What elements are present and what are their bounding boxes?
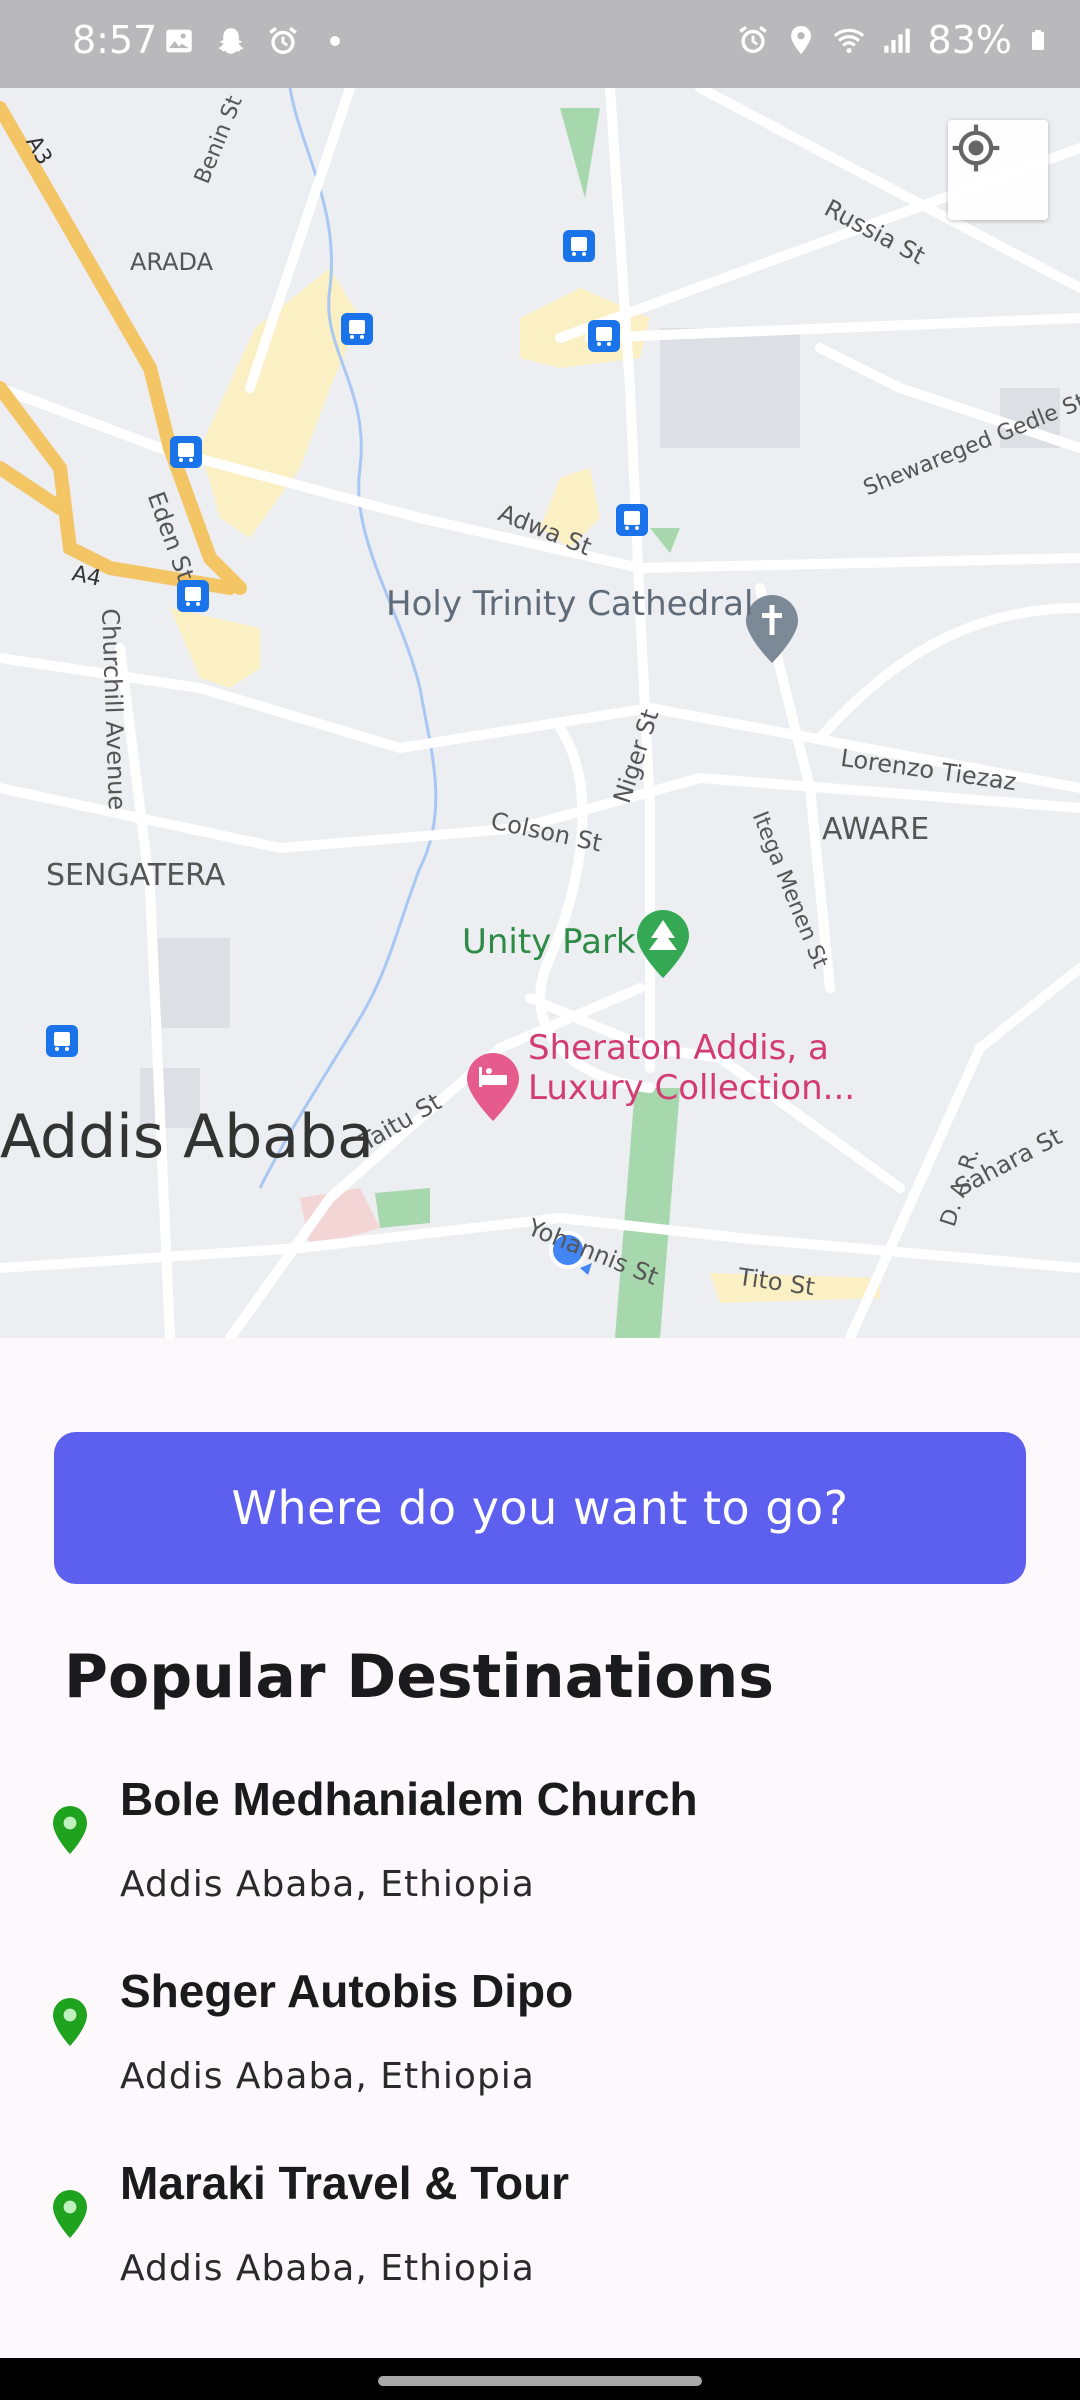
wifi-icon <box>833 28 864 54</box>
map-label-addis: Addis Ababa <box>0 1102 374 1172</box>
map-label-sengatera: SENGATERA <box>46 858 226 893</box>
navigation-bar <box>0 2358 1080 2400</box>
location-icon <box>790 25 811 55</box>
home-gesture-handle[interactable] <box>378 2376 702 2386</box>
map-label-holy-trinity: Holy Trinity Cathedral <box>386 584 754 624</box>
destination-item[interactable]: Sheger Autobis Dipo Addis Ababa, Ethiopi… <box>0 1960 1080 2140</box>
signal-icon <box>883 28 910 53</box>
status-bar: 8:57 83% <box>0 0 1080 88</box>
my-location-icon <box>952 124 1000 172</box>
map-label-sheraton-2: Luxury Collection... <box>528 1068 856 1108</box>
battery-percentage: 83% <box>927 18 1012 62</box>
destination-subtitle: Addis Ababa, Ethiopia <box>120 1864 535 1905</box>
map-pin-icon <box>53 2190 87 2238</box>
map-label-unity-park: Unity Park <box>462 922 636 962</box>
battery-icon <box>1032 30 1044 50</box>
map-pin-icon <box>53 1806 87 1854</box>
destination-name: Sheger Autobis Dipo <box>120 1965 574 2017</box>
gallery-icon <box>166 29 192 53</box>
notification-icons <box>162 24 352 58</box>
alarm-icon <box>269 26 297 55</box>
where-to-button[interactable]: Where do you want to go? <box>54 1432 1026 1584</box>
snapchat-icon <box>218 28 244 54</box>
alarm-icon <box>738 25 767 54</box>
status-time: 8:57 <box>72 18 158 62</box>
destination-item[interactable]: Bole Medhanialem Church Addis Ababa, Eth… <box>0 1768 1080 1948</box>
dot-icon <box>330 36 340 46</box>
map-view[interactable]: ARADA Benin St A3 A4 Eden St Churchill A… <box>0 88 1080 1338</box>
destination-name: Bole Medhanialem Church <box>120 1773 698 1825</box>
destination-item[interactable]: Maraki Travel & Tour Addis Ababa, Ethiop… <box>0 2152 1080 2332</box>
map-label-arada: ARADA <box>130 248 214 276</box>
map-label-sheraton-1: Sheraton Addis, a <box>528 1028 829 1068</box>
system-icons: 83% <box>736 18 1050 62</box>
destination-subtitle: Addis Ababa, Ethiopia <box>120 2248 535 2289</box>
map-label-aware: AWARE <box>822 812 930 847</box>
my-location-button[interactable] <box>948 120 1048 220</box>
bottom-sheet: Where do you want to go? Popular Destina… <box>0 1338 1080 2358</box>
destination-name: Maraki Travel & Tour <box>120 2157 570 2209</box>
popular-destinations-title: Popular Destinations <box>64 1642 774 1712</box>
map-pin-icon <box>53 1998 87 2046</box>
destination-subtitle: Addis Ababa, Ethiopia <box>120 2056 535 2097</box>
